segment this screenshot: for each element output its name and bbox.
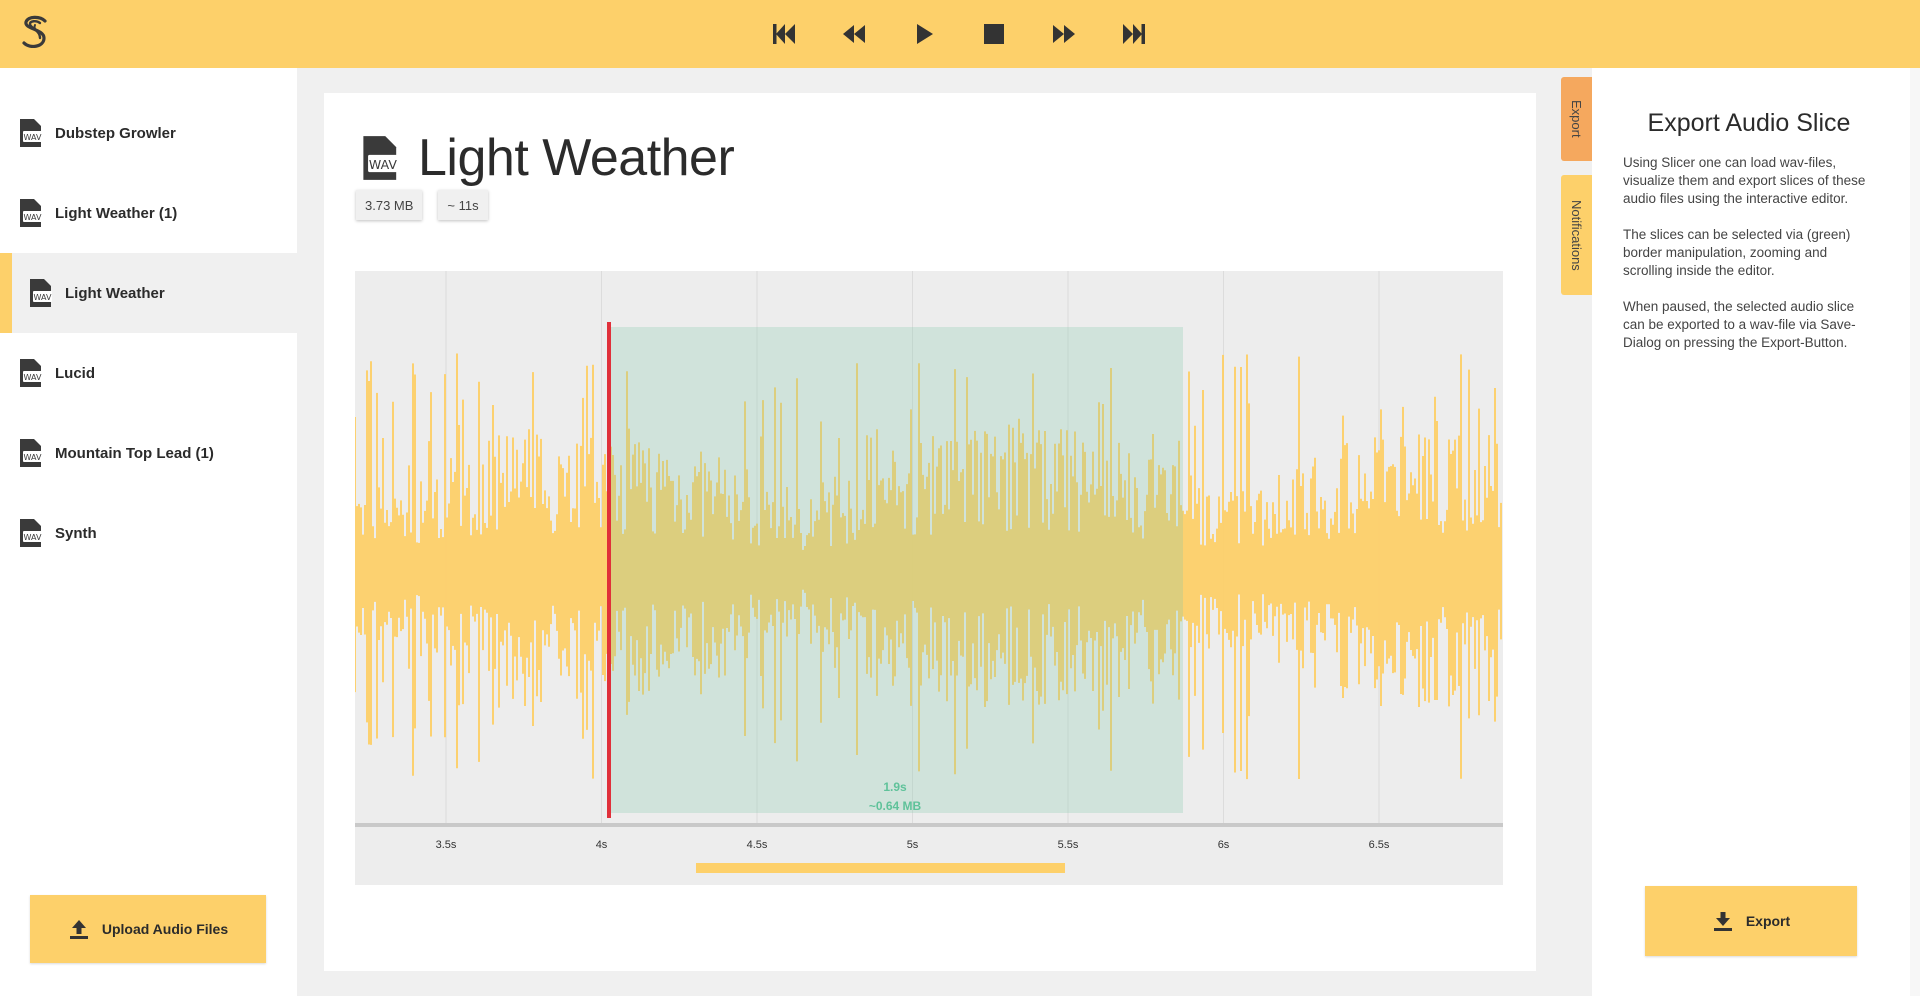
file-item-light-weather[interactable]: WAV Light Weather bbox=[0, 253, 297, 333]
tab-notifications[interactable]: Notifications bbox=[1561, 175, 1592, 295]
skip-to-end-icon[interactable] bbox=[1116, 16, 1152, 52]
stop-icon[interactable] bbox=[976, 16, 1012, 52]
file-list-sidebar: WAV Dubstep Growler WAV Light Weather (1… bbox=[0, 68, 297, 996]
svg-text:WAV: WAV bbox=[24, 373, 42, 382]
wav-file-icon: WAV bbox=[20, 199, 42, 227]
slicer-logo-icon bbox=[18, 12, 52, 56]
tab-export[interactable]: Export bbox=[1561, 77, 1592, 161]
export-panel-description: Using Slicer one can load wav-files, vis… bbox=[1623, 154, 1875, 370]
file-item-synth[interactable]: WAV Synth bbox=[0, 493, 297, 573]
svg-text:WAV: WAV bbox=[24, 213, 42, 222]
play-icon[interactable] bbox=[906, 16, 942, 52]
wav-file-icon: WAV bbox=[363, 136, 398, 180]
timeline-ticks: 3.5s 4s 4.5s 5s 5.5s 6s 6.5s bbox=[436, 839, 1390, 851]
top-bar bbox=[0, 0, 1920, 68]
tick-label: 4s bbox=[596, 839, 608, 851]
skip-to-start-icon[interactable] bbox=[766, 16, 802, 52]
tick-label: 6.5s bbox=[1369, 839, 1390, 851]
download-icon bbox=[1713, 912, 1732, 931]
tick-label: 5s bbox=[907, 839, 919, 851]
tick-label: 3.5s bbox=[436, 839, 457, 851]
export-panel: Export Audio Slice Using Slicer one can … bbox=[1592, 68, 1920, 996]
file-name: Mountain Top Lead (1) bbox=[55, 444, 214, 462]
svg-text:WAV: WAV bbox=[24, 533, 42, 542]
fast-forward-icon[interactable] bbox=[1046, 16, 1082, 52]
file-name: Light Weather (1) bbox=[55, 204, 178, 222]
file-name: Synth bbox=[55, 524, 97, 542]
file-name: Light Weather bbox=[65, 284, 165, 302]
upload-audio-files-button[interactable]: Upload Audio Files bbox=[30, 895, 266, 963]
transport-controls bbox=[766, 16, 1152, 52]
waveform-editor[interactable]: 1.9s ~0.64 MB 3.5s 4s 4.5s 5s 5.5s 6s 6.5s bbox=[355, 271, 1503, 885]
wav-file-icon: WAV bbox=[20, 359, 42, 387]
file-size-badge: 3.73 MB bbox=[356, 190, 423, 220]
selection-duration-label: 1.9s bbox=[883, 780, 907, 794]
wav-file-icon: WAV bbox=[20, 119, 42, 147]
file-info-badges: 3.73 MB ~ 11s bbox=[356, 190, 488, 220]
export-panel-title: Export Audio Slice bbox=[1647, 109, 1851, 137]
page-title: Light Weather bbox=[418, 129, 735, 187]
waveform-canvas[interactable]: 1.9s ~0.64 MB 3.5s 4s 4.5s 5s 5.5s 6s 6.5s bbox=[355, 271, 1503, 885]
description-paragraph: When paused, the selected audio slice ca… bbox=[1623, 299, 1856, 350]
svg-text:WAV: WAV bbox=[24, 453, 42, 462]
file-item-lucid[interactable]: WAV Lucid bbox=[0, 333, 297, 413]
wav-file-icon: WAV bbox=[20, 519, 42, 547]
timeline-axis bbox=[355, 823, 1503, 827]
horizontal-scrollbar[interactable] bbox=[696, 863, 1065, 873]
playhead[interactable] bbox=[607, 322, 611, 818]
duration-badge: ~ 11s bbox=[438, 190, 488, 220]
file-item-light-weather-1[interactable]: WAV Light Weather (1) bbox=[0, 173, 297, 253]
svg-text:WAV: WAV bbox=[34, 293, 52, 302]
selection-region[interactable] bbox=[609, 327, 1183, 813]
file-item-dubstep-growler[interactable]: WAV Dubstep Growler bbox=[0, 93, 297, 173]
rewind-icon[interactable] bbox=[836, 16, 872, 52]
description-paragraph: Using Slicer one can load wav-files, vis… bbox=[1623, 155, 1866, 206]
selection-size-label: ~0.64 MB bbox=[869, 799, 922, 813]
tick-label: 6s bbox=[1218, 839, 1230, 851]
svg-text:WAV: WAV bbox=[24, 133, 42, 142]
file-name: Lucid bbox=[55, 364, 95, 382]
tick-label: 5.5s bbox=[1058, 839, 1079, 851]
title-row: WAV Light Weather bbox=[354, 128, 735, 188]
file-item-mountain-top-lead-1[interactable]: WAV Mountain Top Lead (1) bbox=[0, 413, 297, 493]
main-content-card: WAV Light Weather 3.73 MB ~ 11s 1.9s ~0.… bbox=[324, 93, 1536, 971]
tick-label: 4.5s bbox=[747, 839, 768, 851]
page-scrollbar[interactable] bbox=[1910, 68, 1920, 996]
wav-file-icon: WAV bbox=[30, 279, 52, 307]
svg-text:WAV: WAV bbox=[369, 157, 397, 172]
export-button[interactable]: Export bbox=[1645, 886, 1857, 956]
upload-icon bbox=[69, 920, 88, 939]
file-name: Dubstep Growler bbox=[55, 124, 176, 142]
description-paragraph: The slices can be selected via (green) b… bbox=[1623, 227, 1851, 278]
wav-file-icon: WAV bbox=[20, 439, 42, 467]
